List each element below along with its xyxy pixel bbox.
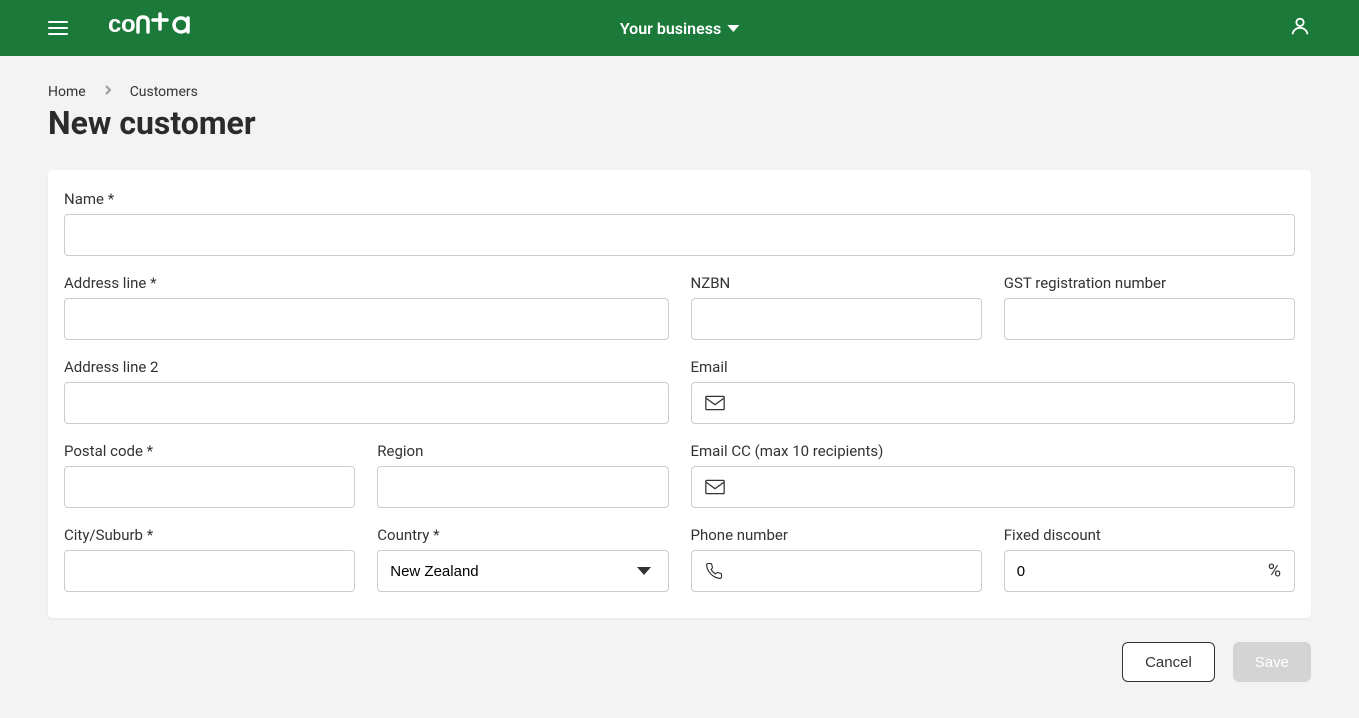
svg-text:c: c bbox=[108, 12, 121, 38]
breadcrumb-home[interactable]: Home bbox=[48, 84, 86, 100]
field-city-suburb: City/Suburb bbox=[64, 526, 355, 592]
label-region: Region bbox=[377, 442, 668, 460]
input-postal-code[interactable] bbox=[64, 466, 355, 508]
input-email-cc[interactable] bbox=[691, 466, 1296, 508]
phone-icon bbox=[705, 562, 723, 580]
field-country: Country New Zealand bbox=[377, 526, 668, 592]
percent-icon: % bbox=[1268, 561, 1281, 582]
input-city-suburb[interactable] bbox=[64, 550, 355, 592]
page-title: New customer bbox=[48, 104, 1311, 142]
page-content: Home Customers New customer Name Address… bbox=[0, 56, 1359, 712]
logo-svg: c o bbox=[108, 12, 204, 38]
save-button[interactable]: Save bbox=[1233, 642, 1311, 682]
field-address-line-2: Address line 2 bbox=[64, 358, 669, 424]
field-address-line: Address line bbox=[64, 274, 669, 340]
user-icon[interactable] bbox=[1289, 15, 1311, 41]
label-country: Country bbox=[377, 526, 668, 544]
business-selector-label: Your business bbox=[620, 19, 721, 38]
field-name: Name bbox=[64, 190, 1295, 256]
input-address-line-2[interactable] bbox=[64, 382, 669, 424]
app-logo: c o bbox=[108, 12, 204, 45]
label-email: Email bbox=[691, 358, 1296, 376]
breadcrumb-customers[interactable]: Customers bbox=[130, 84, 198, 100]
label-phone: Phone number bbox=[691, 526, 982, 544]
business-selector[interactable]: Your business bbox=[620, 19, 739, 38]
cancel-button[interactable]: Cancel bbox=[1122, 642, 1215, 682]
field-email-cc: Email CC (max 10 recipients) bbox=[691, 442, 1296, 508]
label-nzbn: NZBN bbox=[691, 274, 982, 292]
field-nzbn: NZBN bbox=[691, 274, 982, 340]
label-city-suburb: City/Suburb bbox=[64, 526, 355, 544]
form-card: Name Address line Address line 2 Postal … bbox=[48, 170, 1311, 618]
input-region[interactable] bbox=[377, 466, 668, 508]
menu-icon[interactable] bbox=[48, 21, 68, 35]
label-address-line: Address line bbox=[64, 274, 669, 292]
input-address-line[interactable] bbox=[64, 298, 669, 340]
field-phone: Phone number bbox=[691, 526, 982, 592]
label-postal-code: Postal code bbox=[64, 442, 355, 460]
label-email-cc: Email CC (max 10 recipients) bbox=[691, 442, 1296, 460]
header-left: c o bbox=[48, 12, 204, 45]
label-name: Name bbox=[64, 190, 1295, 208]
mail-icon bbox=[705, 479, 725, 495]
input-phone[interactable] bbox=[691, 550, 982, 592]
field-fixed-discount: Fixed discount % bbox=[1004, 526, 1295, 592]
app-header: c o Your business bbox=[0, 0, 1359, 56]
field-postal-code: Postal code bbox=[64, 442, 355, 508]
input-name[interactable] bbox=[64, 214, 1295, 256]
field-region: Region bbox=[377, 442, 668, 508]
input-email[interactable] bbox=[691, 382, 1296, 424]
label-fixed-discount: Fixed discount bbox=[1004, 526, 1295, 544]
mail-icon bbox=[705, 395, 725, 411]
svg-text:o: o bbox=[121, 12, 136, 38]
select-country[interactable]: New Zealand bbox=[377, 550, 668, 592]
form-actions: Cancel Save bbox=[48, 642, 1311, 682]
breadcrumb: Home Customers bbox=[48, 84, 1311, 100]
label-address-line-2: Address line 2 bbox=[64, 358, 669, 376]
input-nzbn[interactable] bbox=[691, 298, 982, 340]
field-email: Email bbox=[691, 358, 1296, 424]
chevron-right-icon bbox=[102, 84, 114, 100]
label-gst: GST registration number bbox=[1004, 274, 1295, 292]
input-gst[interactable] bbox=[1004, 298, 1295, 340]
field-gst: GST registration number bbox=[1004, 274, 1295, 340]
input-fixed-discount[interactable] bbox=[1004, 550, 1295, 592]
caret-down-icon bbox=[727, 25, 739, 32]
